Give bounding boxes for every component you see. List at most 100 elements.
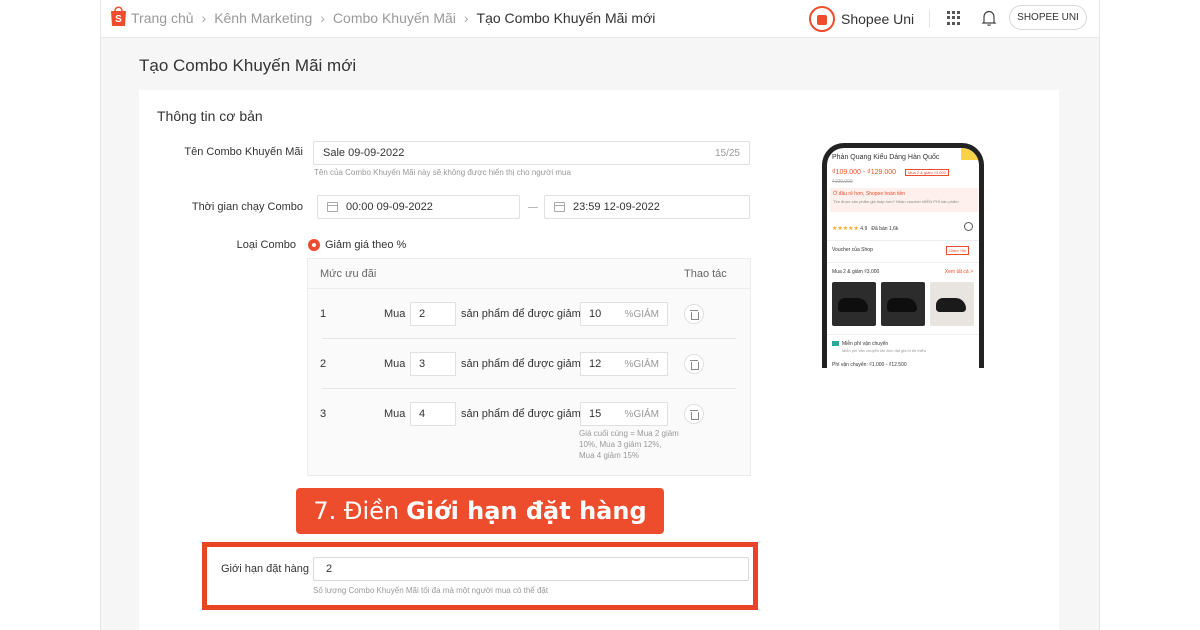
combo-name-counter: 15/25	[714, 147, 740, 159]
breadcrumb-combo[interactable]: Combo Khuyến Mãi	[333, 10, 456, 26]
preview-combo-tag: Mua 2 & giảm ₫3.000	[905, 169, 949, 176]
tier-discount-value: 15	[589, 408, 602, 420]
breadcrumb-separator-icon: ›	[463, 10, 469, 26]
tier-quantity-value: 2	[419, 308, 426, 320]
tier-index: 1	[320, 308, 327, 320]
tier-mid-label: sản phẩm để được giảm	[461, 408, 581, 420]
tier-quantity-input[interactable]: 2	[410, 302, 456, 326]
percent-suffix: %GIẢM	[624, 358, 659, 370]
breadcrumb-home[interactable]: Trang chủ	[131, 10, 194, 26]
start-time-value: 00:00 09-09-2022	[346, 201, 433, 213]
preview-rating: ★★★★★ 4.9 Đã bán 1,6k	[832, 225, 898, 232]
tier-row: 3 Mua 4 sản phẩm để được giảm 15 %GIẢM	[308, 389, 750, 439]
preview-see-all: Xem tất cả >	[944, 269, 973, 275]
preview-promo-banner: Ở đâu rẻ hơn, Shopee hoàn tiền Tìm được …	[830, 188, 978, 212]
preview-old-price: ₫190.000	[832, 179, 853, 185]
order-limit-hint: Số lượng Combo Khuyến Mãi tối đa mà một …	[313, 586, 549, 595]
start-time-picker[interactable]: 00:00 09-09-2022	[317, 195, 520, 219]
account-button[interactable]: SHOPEE UNI	[1009, 5, 1087, 30]
shoe-image	[832, 282, 876, 326]
combo-name-label: Tên Combo Khuyến Mãi	[184, 146, 303, 158]
brand[interactable]: Shopee Uni	[809, 6, 914, 32]
combo-type-label: Loại Combo	[236, 239, 296, 251]
preview-shipping: Miễn phí vận chuyển	[842, 341, 889, 347]
apps-grid-icon[interactable]	[947, 11, 961, 25]
shopee-logo-icon[interactable]: S	[109, 5, 128, 27]
tier-row: 1 Mua 2 sản phẩm để được giảm 10 %GIẢM	[308, 289, 750, 339]
combo-name-value: Sale 09-09-2022	[323, 147, 405, 159]
preview-product-title: Phản Quang Kiểu Dáng Hàn Quốc	[832, 154, 940, 161]
preview-voucher: Voucher của Shop	[832, 247, 873, 253]
order-limit-input[interactable]: 2	[313, 557, 749, 581]
preview-voucher-tag: Giảm ₫5k	[946, 246, 969, 255]
percent-discount-label: Giảm giá theo %	[325, 239, 407, 251]
preview-promo-text: Tìm được sản phẩm giá thấp hơn? Nhận vou…	[833, 199, 959, 204]
tier-level-header: Mức ưu đãi	[320, 268, 377, 280]
shipping-truck-icon	[832, 341, 839, 346]
delete-tier-trash-icon[interactable]	[684, 354, 704, 374]
breadcrumb-marketing[interactable]: Kênh Marketing	[214, 10, 312, 26]
callout-prefix: 7. Điền	[313, 497, 400, 525]
tier-mid-label: sản phẩm để được giảm	[461, 358, 581, 370]
tier-quantity-input[interactable]: 4	[410, 402, 456, 426]
svg-text:S: S	[115, 14, 122, 25]
preview-rating-value: 4.9	[860, 226, 868, 232]
heart-icon	[964, 222, 973, 231]
tier-discount-input[interactable]: 15 %GIẢM	[580, 402, 668, 426]
page-title: Tạo Combo Khuyến Mãi mới	[139, 56, 357, 75]
section-title: Thông tin cơ bản	[157, 108, 263, 124]
breadcrumb: Trang chủ › Kênh Marketing › Combo Khuyến Mã…	[131, 10, 655, 26]
preview-sold: Đã bán 1,6k	[871, 226, 899, 232]
star-rating-icon: ★★★★★	[832, 226, 859, 232]
percent-suffix: %GIẢM	[624, 308, 659, 320]
tier-quantity-value: 4	[419, 408, 426, 420]
combo-name-input[interactable]: Sale 09-09-2022 15/25	[313, 141, 750, 165]
buy-label: Mua	[384, 408, 406, 420]
preview-badge	[961, 148, 979, 160]
calendar-icon	[327, 202, 338, 212]
tier-index: 2	[320, 358, 327, 370]
combo-name-hint: Tên của Combo Khuyến Mãi này sẽ không đư…	[314, 168, 571, 177]
order-limit-highlight: Giới hạn đặt hàng 2 Số lượng Combo Khuyế…	[202, 542, 758, 610]
preview-price: ₫109.000 - ₫129.000	[832, 169, 897, 176]
percent-discount-radio[interactable]	[308, 239, 320, 251]
preview-promo-title: Ở đâu rẻ hơn, Shopee hoàn tiền	[833, 191, 906, 197]
final-price-note: Giá cuối cùng = Mua 2 giảm 10%, Mua 3 gi…	[579, 429, 679, 460]
preview-combo: Mua 2 & giảm ₫3.000	[832, 269, 880, 275]
buy-label: Mua	[384, 358, 406, 370]
brand-name: Shopee Uni	[841, 11, 915, 27]
run-time-label: Thời gian chạy Combo	[191, 201, 303, 213]
breadcrumb-current: Tạo Combo Khuyến Mãi mới	[476, 10, 656, 26]
buy-label: Mua	[384, 308, 406, 320]
tier-discount-input[interactable]: 10 %GIẢM	[580, 302, 668, 326]
tier-discount-value: 10	[589, 308, 602, 320]
header-divider	[929, 10, 930, 28]
tier-index: 3	[320, 408, 327, 420]
step-callout: 7. Điền Giới hạn đặt hàng	[296, 488, 664, 534]
shopee-uni-logo-icon	[809, 6, 835, 32]
order-limit-label: Giới hạn đặt hàng	[221, 563, 309, 575]
percent-suffix: %GIẢM	[624, 408, 659, 420]
end-time-picker[interactable]: 23:59 12-09-2022	[544, 195, 750, 219]
tier-discount-value: 12	[589, 358, 602, 370]
tier-action-header: Thao tác	[684, 268, 727, 280]
tier-table-header: Mức ưu đãi Thao tác	[308, 259, 750, 289]
callout-bold: Giới hạn đặt hàng	[406, 497, 647, 525]
date-range-dash	[528, 207, 538, 208]
calendar-icon	[554, 202, 565, 212]
delete-tier-trash-icon[interactable]	[684, 304, 704, 324]
phone-preview: Phản Quang Kiểu Dáng Hàn Quốc ₫109.000 -…	[822, 143, 984, 368]
preview-shipping-sub: Miễn phí vận chuyển khi đơn đạt giá trị …	[842, 348, 927, 353]
breadcrumb-separator-icon: ›	[201, 10, 207, 26]
tier-quantity-input[interactable]: 3	[410, 352, 456, 376]
notification-bell-icon[interactable]	[981, 9, 997, 27]
delete-tier-trash-icon[interactable]	[684, 404, 704, 424]
order-limit-value: 2	[326, 563, 333, 575]
tier-row: 2 Mua 3 sản phẩm để được giảm 12 %GIẢM	[308, 339, 750, 389]
breadcrumb-separator-icon: ›	[320, 10, 325, 26]
end-time-value: 23:59 12-09-2022	[573, 201, 660, 213]
shoe-image	[930, 282, 974, 326]
shoe-image	[881, 282, 925, 326]
tier-discount-input[interactable]: 12 %GIẢM	[580, 352, 668, 376]
tier-quantity-value: 3	[419, 358, 426, 370]
